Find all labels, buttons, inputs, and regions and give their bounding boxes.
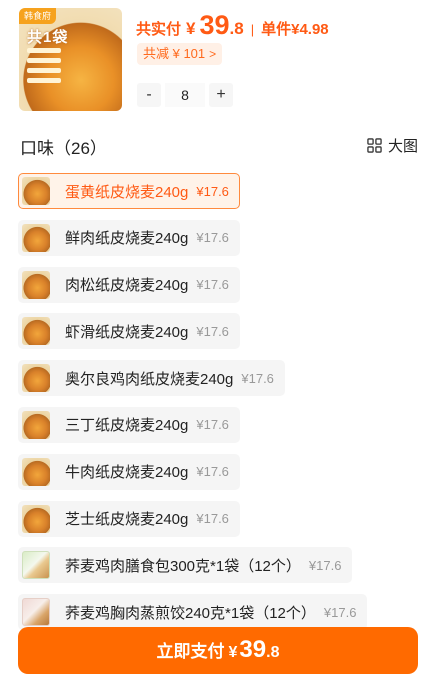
flavor-option[interactable]: 鲜肉纸皮烧麦240g ¥17.6 <box>18 219 240 256</box>
price-summary: 共实付 ¥ 39 .8 | 单件¥4.98 <box>136 10 329 41</box>
price-separator: | <box>250 22 255 37</box>
flavor-option[interactable]: 牛肉纸皮烧麦240g ¥17.6 <box>18 453 240 490</box>
flavor-thumbnail <box>22 410 50 439</box>
unit-price: 单件¥4.98 <box>261 21 329 38</box>
flavor-name: 奥尔良鸡肉纸皮烧麦240g <box>65 370 234 388</box>
flavor-thumbnail <box>22 270 50 299</box>
flavor-thumbnail <box>22 598 50 627</box>
flavor-thumbnail <box>22 317 50 346</box>
flavor-option[interactable]: 蛋黄纸皮烧麦240g ¥17.6 <box>18 173 240 209</box>
flavor-price: ¥17.6 <box>196 323 229 339</box>
flavor-option[interactable]: 三丁纸皮烧麦240g ¥17.6 <box>18 406 240 443</box>
flavor-price: ¥17.6 <box>308 557 342 573</box>
total-paid-label: 共实付 <box>136 21 182 38</box>
flavor-price: ¥17.6 <box>196 511 229 527</box>
pack-count-label: 共1袋 <box>27 29 69 46</box>
flavor-price: ¥17.6 <box>323 604 357 620</box>
discount-text: 共减 ¥ 101 <box>143 46 206 61</box>
view-toggle-label: 大图 <box>387 138 418 155</box>
flavor-thumbnail <box>22 504 50 533</box>
pay-now-label: 立即支付 <box>156 642 225 661</box>
flavor-thumbnail <box>22 457 50 486</box>
quantity-value[interactable]: 8 <box>165 83 205 107</box>
flavor-price: ¥17.6 <box>196 464 229 480</box>
flavor-name: 蛋黄纸皮烧麦240g <box>65 183 189 201</box>
pay-amount-integer: 39 <box>239 636 267 663</box>
currency-symbol: ¥ <box>186 19 196 38</box>
flavor-name: 虾滑纸皮烧麦240g <box>65 323 189 341</box>
flavor-section-title: 口味（26） <box>20 139 107 158</box>
flavor-name: 鲜肉纸皮烧麦240g <box>65 230 189 248</box>
flavor-option[interactable]: 虾滑纸皮烧麦240g ¥17.6 <box>18 313 240 350</box>
flavor-name: 肉松纸皮烧麦240g <box>65 277 189 295</box>
increase-button[interactable]: + <box>209 83 233 107</box>
flavor-option[interactable]: 肉松纸皮烧麦240g ¥17.6 <box>18 266 240 303</box>
flavor-name: 芝士纸皮烧麦240g <box>65 511 189 529</box>
flavor-option[interactable]: 奥尔良鸡肉纸皮烧麦240g ¥17.6 <box>18 360 285 397</box>
grid-icon <box>367 138 382 153</box>
decrease-button[interactable]: - <box>137 83 161 107</box>
flavor-option[interactable]: 荞麦鸡胸肉蒸煎饺240克*1袋（12个） ¥17.6 <box>18 594 368 631</box>
flavor-option[interactable]: 芝士纸皮烧麦240g ¥17.6 <box>18 500 240 537</box>
flavor-name: 荞麦鸡胸肉蒸煎饺240克*1袋（12个） <box>65 604 316 622</box>
flavor-name: 牛肉纸皮烧麦240g <box>65 464 189 482</box>
flavor-thumbnail <box>22 177 50 205</box>
flavor-price: ¥17.6 <box>241 370 274 386</box>
quantity-stepper: - 8 + <box>137 82 233 108</box>
flavor-price: ¥17.6 <box>196 277 229 293</box>
large-view-toggle[interactable]: 大图 <box>367 135 418 156</box>
flavor-thumbnail <box>22 551 50 580</box>
flavor-list: 蛋黄纸皮烧麦240g ¥17.6 鲜肉纸皮烧麦240g ¥17.6 肉松纸皮烧麦… <box>18 173 368 641</box>
flavor-thumbnail <box>22 223 50 252</box>
total-price-decimal: .8 <box>229 19 244 38</box>
pay-currency: ¥ <box>228 644 238 661</box>
pay-now-button[interactable]: 立即支付 ¥ 39 .8 <box>18 627 418 674</box>
flavor-price: ¥17.6 <box>196 230 229 246</box>
chevron-right-icon: > <box>209 47 217 61</box>
flavor-thumbnail <box>22 364 50 393</box>
flavor-name: 三丁纸皮烧麦240g <box>65 417 189 435</box>
product-image[interactable]: 韩食府 共1袋 <box>19 8 122 111</box>
package-feature-lines <box>27 48 61 88</box>
flavor-price: ¥17.6 <box>196 183 229 199</box>
brand-badge: 韩食府 <box>19 8 57 24</box>
flavor-option[interactable]: 荞麦鸡肉膳食包300克*1袋（12个） ¥17.6 <box>18 547 353 584</box>
discount-chip[interactable]: 共减 ¥ 101 > <box>137 43 223 65</box>
flavor-name: 荞麦鸡肉膳食包300克*1袋（12个） <box>65 557 301 575</box>
total-price-integer: 39 <box>199 10 230 40</box>
pay-amount-decimal: .8 <box>266 644 280 661</box>
flavor-price: ¥17.6 <box>196 417 229 433</box>
